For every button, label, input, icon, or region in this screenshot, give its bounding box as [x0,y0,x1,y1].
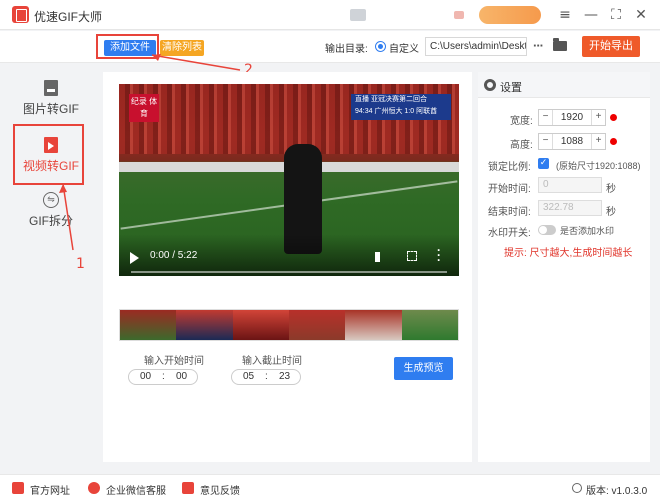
width-value[interactable]: 1920 [553,112,591,123]
website-icon [12,482,24,494]
film-frame [232,310,289,340]
version-text: 版本: v1.0.3.0 [586,486,648,497]
image-doc-icon [44,80,58,96]
lock-ratio-checkbox[interactable]: ✓ [538,158,549,169]
annotation-number-1: 1 [76,256,85,272]
warning-dot-icon [610,114,617,121]
lock-ratio-label: 锁定比例: [488,162,531,173]
width-label: 宽度: [510,116,533,127]
film-frame [345,310,402,340]
annotation-arrow-1 [59,183,74,251]
start-minutes[interactable]: 00 [140,371,151,382]
blurred-badge [479,6,541,24]
output-path-input[interactable]: C:\Users\admin\Deskto [425,37,527,56]
end-seconds[interactable]: 23 [279,371,290,382]
video-progress-bar[interactable] [131,271,447,273]
watermark-toggle[interactable] [538,225,556,235]
score-overlay: 直播 亚冠决赛第二回合 94:34 广州恒大 1:0 阿联酋 [351,94,451,120]
time-separator: : [265,371,268,382]
increment-button[interactable]: + [591,134,605,149]
decrement-button[interactable]: − [539,134,553,149]
original-size-text: (原始尺寸1920:1088) [556,161,641,171]
pdf-feedback-icon [182,482,194,494]
watermark-label: 水印开关: [488,228,531,239]
wechat-service-icon [88,482,100,494]
end-time-label: 输入截止时间 [242,356,302,367]
film-frame [288,310,346,340]
app-title: 优速GIF大师 [34,10,102,24]
film-frame [401,310,458,340]
filmstrip[interactable] [119,309,459,341]
fullscreen-icon[interactable] [407,251,417,261]
custom-dir-label: 自定义 [389,44,419,55]
score-line-2: 94:34 广州恒大 1:0 阿联酋 [355,108,438,115]
end-time-setting-label: 结束时间: [488,207,531,218]
time-separator: : [162,371,165,382]
increment-button[interactable]: + [591,110,605,125]
title-bar: 优速GIF大师 ≡ — ⛶ ✕ [0,0,660,30]
feedback-link[interactable]: 意见反馈 [200,482,240,497]
start-export-button[interactable]: 开始导出 [582,36,640,57]
height-stepper[interactable]: − 1088 + [538,133,606,150]
start-seconds[interactable]: 00 [176,371,187,382]
version-icon [572,483,582,493]
menu-icon[interactable]: ≡ [556,6,574,24]
settings-header: 设置 [478,72,650,98]
footer: 官方网址 企业微信客服 意见反馈 版本: v1.0.3.0 [0,474,660,502]
width-stepper[interactable]: − 1920 + [538,109,606,126]
warning-dot-icon [610,138,617,145]
generate-preview-button[interactable]: 生成预览 [394,357,453,380]
end-time-input[interactable]: 05 : 23 [231,369,301,385]
volume-icon[interactable] [375,252,387,262]
folder-icon[interactable] [553,38,567,51]
start-time-setting-input: 0 [538,177,602,193]
start-time-setting-label: 开始时间: [488,184,531,195]
film-frame [120,310,177,340]
app-logo-icon [12,6,29,23]
video-time: 0:00 / 5:22 [150,250,198,261]
end-time-setting-input: 322.78 [538,200,602,216]
sidebar-item-label: 图片转GIF [23,102,79,116]
video-player[interactable]: 纪录 体育 直播 亚冠决赛第二回合 94:34 广州恒大 1:0 阿联酋 0:0… [119,84,459,276]
start-time-input[interactable]: 00 : 00 [128,369,198,385]
blurred-icon [350,9,366,21]
start-time-label: 输入开始时间 [144,356,204,367]
gear-icon [484,79,496,91]
minimize-icon[interactable]: — [582,6,600,24]
maximize-icon[interactable]: ⛶ [607,6,625,24]
more-vertical-icon[interactable]: · · · [437,244,441,266]
custom-dir-radio[interactable] [375,41,386,52]
watermark-toggle-label: 是否添加水印 [560,226,615,236]
height-label: 高度: [510,140,533,151]
wechat-service-link[interactable]: 企业微信客服 [106,482,166,497]
size-tip-text: 提示: 尺寸越大,生成时间越长 [504,248,633,259]
settings-panel: 设置 宽度: − 1920 + 高度: − 1088 + 锁定比例: ✓ (原始… [478,72,650,462]
blurred-icon [454,11,464,19]
seconds-unit: 秒 [606,207,616,218]
decrement-button[interactable]: − [539,110,553,125]
film-frame [176,310,233,340]
score-line-1: 直播 亚冠决赛第二回合 [355,96,427,103]
height-value[interactable]: 1088 [553,136,591,147]
website-link[interactable]: 官方网址 [30,482,70,497]
broadcast-logo: 纪录 体育 [129,94,159,122]
play-icon[interactable] [130,252,139,264]
settings-title: 设置 [500,82,522,94]
end-minutes[interactable]: 05 [243,371,254,382]
more-options-icon[interactable]: ··· [533,38,544,53]
sidebar-item-image-to-gif[interactable]: 图片转GIF [8,80,94,117]
output-dir-label: 输出目录: [325,44,368,55]
close-icon[interactable]: ✕ [632,6,650,24]
video-controls: 0:00 / 5:22 · · · [119,234,459,276]
annotation-box-video-to-gif [13,124,84,185]
seconds-unit: 秒 [606,184,616,195]
